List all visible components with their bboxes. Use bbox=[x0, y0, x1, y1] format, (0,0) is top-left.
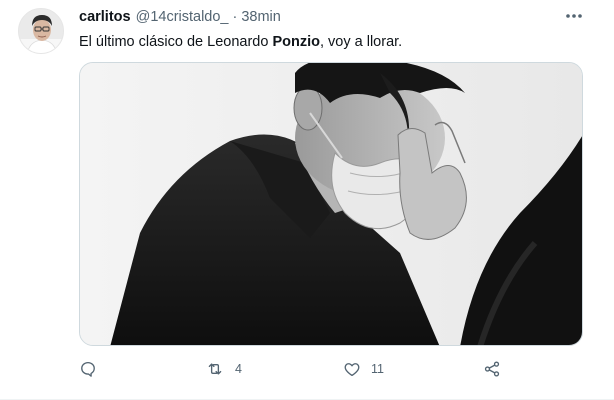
tweet-text-end: , voy a llorar. bbox=[319, 34, 403, 50]
reply-icon bbox=[81, 361, 95, 377]
avatar-image bbox=[19, 9, 63, 53]
photo-image bbox=[80, 63, 582, 345]
tweet-text-bold: Ponzio bbox=[272, 34, 320, 50]
heart-icon bbox=[344, 363, 360, 377]
tweet-text: El último clásico de Leonardo Ponzio, vo… bbox=[79, 34, 402, 50]
author-name[interactable]: carlitos bbox=[79, 9, 131, 25]
share-button[interactable] bbox=[483, 358, 501, 380]
retweet-button[interactable]: 4 bbox=[205, 358, 242, 380]
retweet-count: 4 bbox=[235, 362, 242, 376]
tweet[interactable]: carlitos @14cristaldo_ · 38min El último… bbox=[0, 0, 614, 400]
author-handle[interactable]: @14cristaldo_ bbox=[136, 9, 229, 25]
like-count: 11 bbox=[371, 362, 384, 376]
more-icon bbox=[566, 14, 582, 18]
more-button[interactable] bbox=[562, 6, 586, 26]
timestamp[interactable]: 38min bbox=[241, 9, 281, 25]
reply-button[interactable] bbox=[79, 358, 107, 380]
like-button[interactable]: 11 bbox=[343, 358, 384, 380]
avatar[interactable] bbox=[18, 8, 64, 54]
tweet-photo[interactable] bbox=[79, 62, 583, 346]
separator: · bbox=[232, 9, 238, 25]
tweet-text-start: El último clásico de Leonardo bbox=[79, 34, 273, 50]
tweet-actions: 4 11 bbox=[79, 358, 509, 380]
share-icon bbox=[484, 361, 500, 377]
retweet-icon bbox=[208, 363, 222, 375]
tweet-header: carlitos @14cristaldo_ · 38min bbox=[79, 9, 281, 25]
